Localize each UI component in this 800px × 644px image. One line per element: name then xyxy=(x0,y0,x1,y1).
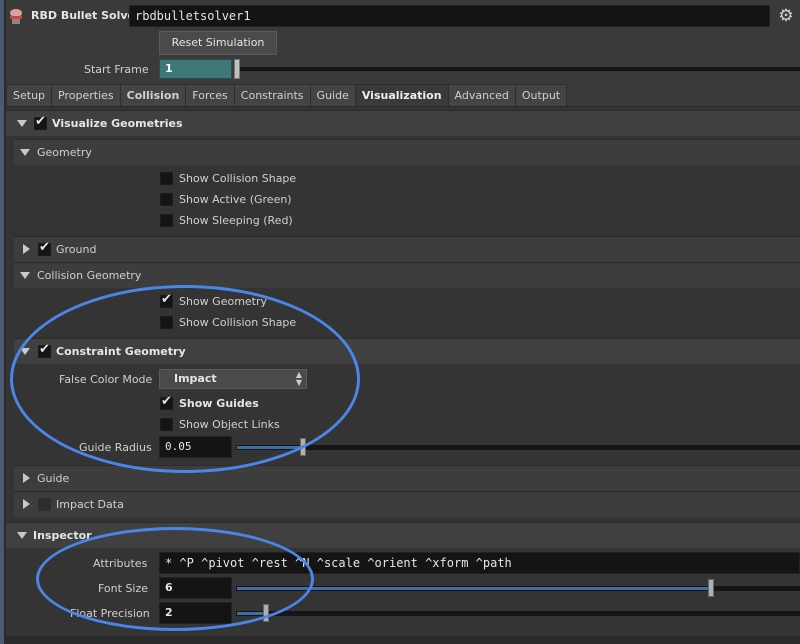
show-sleeping-label: Show Sleeping (Red) xyxy=(179,214,293,227)
start-frame-slider-track[interactable] xyxy=(240,67,800,71)
gear-icon[interactable]: ⚙ xyxy=(776,6,796,26)
float-precision-slider-track[interactable] xyxy=(236,611,800,616)
collapse-down-icon xyxy=(17,120,27,127)
tab-guide[interactable]: Guide xyxy=(309,84,356,106)
visualize-geometries-label: Visualize Geometries xyxy=(52,117,183,130)
guide-folder-header[interactable]: Guide xyxy=(14,465,800,491)
font-size-slider-handle[interactable] xyxy=(708,579,714,597)
tab-bar: Setup Properties Collision Forces Constr… xyxy=(6,84,568,106)
visualize-geometries-checkbox[interactable] xyxy=(34,114,47,130)
tab-properties[interactable]: Properties xyxy=(51,84,121,106)
guide-radius-slider-track[interactable] xyxy=(236,445,800,450)
start-frame-input[interactable]: 1 xyxy=(159,59,232,79)
expand-right-icon xyxy=(23,499,30,509)
collapse-down-icon xyxy=(17,532,27,539)
reset-simulation-button[interactable]: Reset Simulation xyxy=(159,31,277,55)
annotation-ellipse-constraint xyxy=(10,285,360,473)
tab-constraints[interactable]: Constraints xyxy=(233,84,311,106)
impact-data-folder-header[interactable]: Impact Data xyxy=(14,491,800,517)
show-collision-shape-label: Show Collision Shape xyxy=(179,172,297,185)
show-collision-shape-checkbox[interactable] xyxy=(160,172,173,185)
tab-visualization[interactable]: Visualization xyxy=(354,84,449,106)
bottom-edge xyxy=(6,636,800,644)
show-active-checkbox[interactable] xyxy=(160,193,173,206)
collapse-down-icon xyxy=(20,272,30,279)
ground-checkbox[interactable] xyxy=(38,240,51,256)
tab-output[interactable]: Output xyxy=(514,84,568,106)
collision-geometry-label: Collision Geometry xyxy=(37,269,142,282)
geometry-folder-header[interactable]: Geometry xyxy=(14,139,800,165)
expand-right-icon xyxy=(23,473,30,483)
guide-folder-label: Guide xyxy=(37,472,70,485)
ground-folder-header[interactable]: Ground xyxy=(14,236,800,262)
impact-data-checkbox[interactable] xyxy=(38,498,51,511)
expand-right-icon xyxy=(23,244,30,254)
visualize-geometries-header[interactable]: Visualize Geometries xyxy=(6,110,800,136)
start-frame-label: Start Frame xyxy=(84,63,149,76)
node-name-input[interactable]: rbdbulletsolver1 xyxy=(129,5,770,27)
show-sleeping-checkbox[interactable] xyxy=(160,214,173,227)
impact-data-label: Impact Data xyxy=(56,498,124,511)
node-type-label: RBD Bullet Solver xyxy=(31,9,141,22)
collision-geometry-folder-header[interactable]: Collision Geometry xyxy=(14,262,800,288)
tab-collision[interactable]: Collision xyxy=(119,84,187,106)
show-active-label: Show Active (Green) xyxy=(179,193,292,206)
annotation-ellipse-inspector xyxy=(36,527,314,631)
collapse-down-icon xyxy=(20,149,30,156)
rbd-solver-icon xyxy=(6,6,26,26)
tab-advanced[interactable]: Advanced xyxy=(447,84,516,106)
tab-forces[interactable]: Forces xyxy=(185,84,235,106)
tab-setup[interactable]: Setup xyxy=(6,84,53,106)
ground-label: Ground xyxy=(56,243,97,256)
geometry-folder-label: Geometry xyxy=(37,146,92,159)
